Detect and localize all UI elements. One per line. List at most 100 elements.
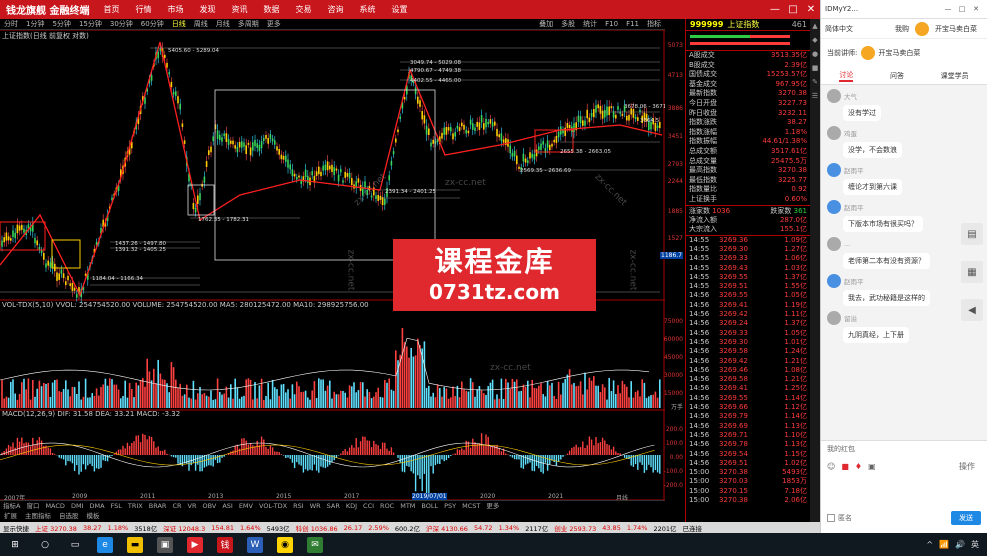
indicator-tab[interactable]: KDJ — [343, 501, 360, 510]
indicator-tab[interactable]: CR — [169, 501, 184, 510]
ext-tab[interactable]: 主图指标 — [21, 510, 55, 522]
menu-item-discover[interactable]: 发现 — [191, 0, 223, 19]
word-icon[interactable]: W — [247, 536, 263, 553]
indicator-tab[interactable]: 更多 — [483, 501, 502, 510]
minimize-button[interactable]: — — [766, 4, 784, 15]
menu-item-news[interactable]: 资讯 — [223, 0, 255, 19]
indicator-tab[interactable]: MCST — [459, 501, 483, 510]
tool-icon[interactable]: ■ — [812, 64, 819, 72]
chart-icon[interactable]: ▦ — [961, 261, 983, 283]
wechat-icon[interactable]: ✉ — [307, 536, 323, 553]
indicator-tab[interactable]: TRIX — [125, 501, 146, 510]
chat-close-button[interactable]: ✕ — [969, 5, 983, 13]
indicator-tab[interactable]: BRAR — [146, 501, 170, 510]
tab-qa[interactable]: 问答 — [890, 71, 904, 81]
tool-indicator[interactable]: 指标 — [643, 19, 665, 29]
menu-item-settings[interactable]: 设置 — [383, 0, 415, 19]
anonymous-checkbox[interactable] — [827, 514, 835, 522]
menu-item-home[interactable]: 首页 — [95, 0, 127, 19]
indicator-tab[interactable]: MTM — [397, 501, 418, 510]
period-tab[interactable]: 60分钟 — [137, 19, 168, 29]
network-icon[interactable]: 📶 — [939, 540, 949, 549]
indicator-tab[interactable]: RSI — [290, 501, 307, 510]
indicator-tab[interactable]: BOLL — [418, 501, 441, 510]
indicator-tab[interactable]: WR — [307, 501, 324, 510]
indicator-tab[interactable]: PSY — [441, 501, 459, 510]
trading-app-icon[interactable]: 钱 — [217, 536, 233, 553]
chat-maximize-button[interactable]: □ — [955, 5, 969, 13]
tray-up-icon[interactable]: ^ — [926, 540, 933, 549]
period-tab-active[interactable]: 日线 — [168, 19, 190, 29]
indicator-tab[interactable]: VR — [185, 501, 200, 510]
maximize-button[interactable]: □ — [784, 4, 802, 15]
period-tab[interactable]: 周线 — [190, 19, 212, 29]
room-name[interactable]: 开宝马卖白菜 — [935, 24, 977, 34]
search-icon[interactable]: ○ — [37, 537, 53, 553]
period-tab[interactable]: 30分钟 — [106, 19, 137, 29]
tool-icon[interactable]: ● — [812, 50, 818, 58]
tool-stats[interactable]: 统计 — [579, 19, 601, 29]
menu-item-trade[interactable]: 交易 — [287, 0, 319, 19]
menu-item-data[interactable]: 数据 — [255, 0, 287, 19]
period-tab[interactable]: 分时 — [0, 19, 22, 29]
tool-multi[interactable]: 多股 — [557, 19, 579, 29]
indicator-tab[interactable]: DMI — [68, 501, 87, 510]
indicator-tab[interactable]: OBV — [199, 501, 219, 510]
indicator-tab[interactable]: ASI — [219, 501, 236, 510]
period-tab[interactable]: 5分钟 — [48, 19, 74, 29]
period-tab[interactable]: 多周期 — [234, 19, 263, 29]
indicator-tab[interactable]: CCI — [360, 501, 377, 510]
store-icon[interactable]: ▣ — [157, 536, 173, 553]
period-tab[interactable]: 1分钟 — [22, 19, 48, 29]
taskview-icon[interactable]: ▭ — [67, 537, 83, 553]
menu-item-system[interactable]: 系统 — [351, 0, 383, 19]
tool-icon[interactable]: ◆ — [812, 36, 817, 44]
collapse-icon[interactable]: ◀ — [961, 299, 983, 321]
purchased-link[interactable]: 我购 — [895, 24, 909, 34]
gift-icon[interactable]: ♦ — [855, 462, 862, 471]
chat-minimize-button[interactable]: — — [941, 5, 955, 13]
indicator-tab[interactable]: ROC — [377, 501, 397, 510]
volume-icon[interactable]: 🔊 — [955, 540, 965, 549]
indicator-tab[interactable]: DMA — [86, 501, 107, 510]
indicator-tab[interactable]: VOL-TDX — [256, 501, 290, 510]
red-packet-label[interactable]: 我的红包 — [821, 441, 987, 457]
menu-item-quotes[interactable]: 行情 — [127, 0, 159, 19]
image-icon[interactable]: ▣ — [868, 462, 876, 471]
tool-icon[interactable]: ✎ — [812, 78, 818, 86]
indicator-tab[interactable]: EMV — [236, 501, 256, 510]
send-button[interactable]: 发送 — [951, 511, 981, 525]
start-icon[interactable]: ⊞ — [7, 537, 23, 553]
indicator-tab[interactable]: FSL — [108, 501, 125, 510]
period-tab[interactable]: 月线 — [212, 19, 234, 29]
more-action[interactable]: 操作 — [959, 461, 975, 472]
tool-f11[interactable]: F11 — [622, 19, 643, 29]
menu-item-market[interactable]: 市场 — [159, 0, 191, 19]
document-icon[interactable]: ▤ — [961, 223, 983, 245]
tool-icon[interactable]: ☰ — [812, 92, 818, 100]
tool-f10[interactable]: F10 — [601, 19, 622, 29]
tab-students[interactable]: 课堂学员 — [941, 71, 969, 81]
tab-discussion[interactable]: 讨论 — [839, 70, 854, 82]
period-tab[interactable]: 更多 — [263, 19, 285, 29]
ext-tab[interactable]: 自选股 — [55, 510, 83, 522]
ime-indicator[interactable]: 英 — [971, 539, 979, 550]
language-select[interactable]: 简体中文 — [825, 24, 853, 34]
ext-tab[interactable]: 扩展 — [0, 510, 21, 522]
indicator-tab[interactable]: 窗口 — [23, 501, 42, 510]
red-packet-icon[interactable]: ■ — [841, 462, 849, 471]
chrome-icon[interactable]: ◉ — [277, 536, 293, 553]
tool-icon[interactable]: ▲ — [812, 22, 817, 30]
folder-icon[interactable]: ▬ — [127, 536, 143, 553]
emoji-icon[interactable]: ☺ — [827, 462, 835, 471]
tick-list[interactable]: 14:55 3269.36 1.09亿 14:55 3269.30 1.27亿 14:55 3… — [686, 234, 810, 506]
edge-icon[interactable]: e — [97, 536, 113, 553]
indicator-tab[interactable]: MACD — [42, 501, 67, 510]
ext-tab[interactable]: 模板 — [83, 510, 104, 522]
indicator-tab[interactable]: 指标A — [0, 501, 23, 510]
close-button[interactable]: ✕ — [802, 4, 820, 15]
menu-item-consult[interactable]: 咨询 — [319, 0, 351, 19]
period-tab[interactable]: 15分钟 — [75, 19, 106, 29]
app-icon[interactable]: ▶ — [187, 536, 203, 553]
tool-overlay[interactable]: 叠加 — [535, 19, 557, 29]
